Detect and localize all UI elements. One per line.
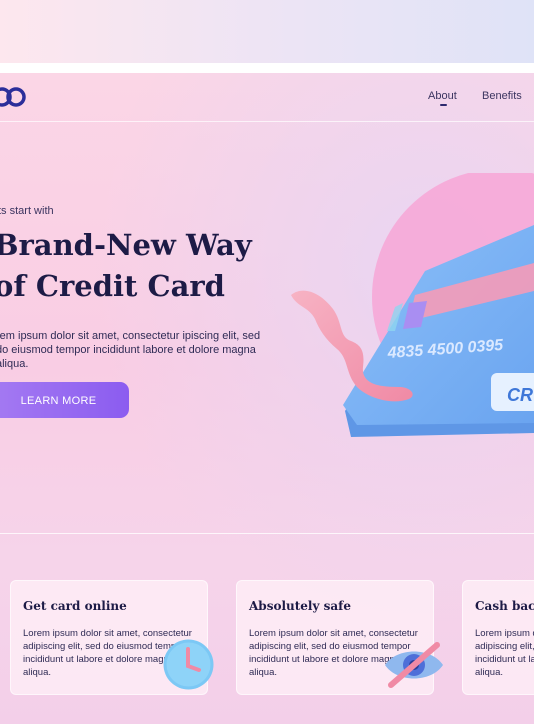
nav-link-about[interactable]: About (428, 90, 457, 102)
top-nav: About Benefits (0, 73, 534, 122)
landing-page: About Benefits ts start with Brand-New W… (0, 73, 534, 724)
hero-description: rem ipsum dolor sit amet, consectetur ip… (0, 330, 261, 370)
section-divider (0, 533, 534, 534)
credit-card-illustration: 4835 4500 0395 CR (291, 173, 534, 437)
headline-line-2: of Credit Card (0, 269, 225, 303)
feature-card-cash-back: Cash back Lorem ipsum dolor sit amet, co… (462, 580, 534, 695)
card-badge: CR (507, 385, 533, 405)
brand-logo[interactable] (0, 85, 30, 109)
headline-line-1: Brand-New Way (0, 228, 252, 262)
feature-title: Cash back (475, 599, 534, 613)
active-link-indicator (440, 104, 447, 106)
hero-eyebrow: ts start with (0, 205, 54, 217)
feature-title: Get card online (23, 599, 127, 613)
learn-more-button[interactable]: LEARN MORE (0, 382, 129, 418)
eye-off-icon (385, 642, 443, 688)
clock-icon (163, 639, 214, 690)
feature-text: Lorem ipsum dolor sit amet, consectetur … (475, 628, 534, 678)
feature-title: Absolutely safe (249, 599, 351, 613)
hero-headline: Brand-New Way of Credit Card (0, 225, 252, 307)
window-gap (0, 63, 534, 73)
nav-link-benefits[interactable]: Benefits (482, 90, 522, 102)
browser-top-band (0, 0, 534, 63)
